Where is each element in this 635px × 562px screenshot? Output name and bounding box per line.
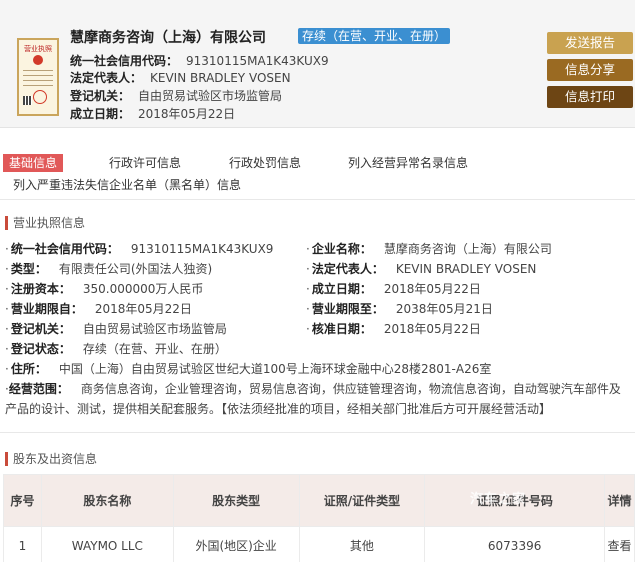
cell-type: 外国(地区)企业	[172, 526, 300, 562]
header-authority: 登记机关： 自由贸易试验区市场监管局	[70, 89, 283, 103]
shareholder-table: 序号 股东名称 股东类型 证照/证件类型 证照/证件号码 详情 1 WAYMO …	[3, 474, 635, 562]
tab-admin-penalty[interactable]: 行政处罚信息	[229, 154, 301, 172]
license-section-title: 营业执照信息	[5, 216, 85, 230]
tabs-divider	[0, 199, 635, 200]
info-type: · 类型： 有限责任公司(外国法人独资)	[5, 262, 213, 276]
tab-basic-info[interactable]: 基础信息	[3, 154, 64, 172]
info-address: · 住所： 中国（上海）自由贸易试验区世纪大道100号上海环球金融中心28楼2801…	[5, 362, 492, 376]
license-thumbnail[interactable]: 营业执照	[17, 38, 59, 116]
info-legal-rep: · 法定代表人： KEVIN BRADLEY VOSEN	[306, 262, 537, 276]
info-term-to: · 营业期限至： 2038年05月21日	[306, 302, 493, 316]
header-established: 成立日期： 2018年05月22日	[70, 107, 236, 121]
tab-blacklist[interactable]: 列入严重违法失信企业名单（黑名单）信息	[13, 176, 241, 194]
company-name: 慧摩商务咨询（上海）有限公司	[70, 30, 266, 46]
seal-stamp-icon	[33, 90, 47, 104]
cell-id-type: 其他	[298, 526, 426, 562]
header-legal-rep: 法定代表人： KEVIN BRADLEY VOSEN	[70, 71, 291, 85]
status-badge: 存续（在营、开业、在册）	[298, 28, 451, 44]
table-header-row: 序号 股东名称 股东类型 证照/证件类型 证照/证件号码 详情	[3, 474, 635, 527]
col-detail: 详情	[604, 474, 635, 527]
license-thumb-text: 营业执照	[24, 45, 52, 53]
cell-name: WAYMO LLC	[40, 526, 174, 562]
cell-id-number: 6073396	[424, 526, 605, 562]
info-authority: · 登记机关： 自由贸易试验区市场监管局	[5, 322, 227, 336]
section-divider	[0, 432, 635, 433]
col-id-type: 证照/证件类型	[298, 474, 426, 527]
info-company-name: · 企业名称： 慧摩商务咨询（上海）有限公司	[306, 242, 552, 256]
info-term-from: · 营业期限自： 2018年05月22日	[5, 302, 192, 316]
detail-link[interactable]: 查看	[604, 526, 635, 562]
shareholder-section-title: 股东及出资信息	[5, 452, 97, 466]
tab-abnormal-operation[interactable]: 列入经营异常名录信息	[348, 154, 468, 172]
company-header: 营业执照 慧摩商务咨询（上海）有限公司 存续（在营、开业、在册） 统一社会信用代…	[0, 0, 635, 128]
tab-admin-license[interactable]: 行政许可信息	[109, 154, 181, 172]
info-reg-status: · 登记状态： 存续（在营、开业、在册）	[5, 342, 227, 356]
col-index: 序号	[3, 474, 42, 527]
info-approval-date: · 核准日期： 2018年05月22日	[306, 322, 481, 336]
table-row: 1 WAYMO LLC 外国(地区)企业 其他 6073396 查看	[3, 526, 635, 562]
print-info-button[interactable]: 信息打印	[547, 86, 633, 108]
col-shareholder-type: 股东类型	[172, 474, 300, 527]
qr-code-icon	[23, 96, 32, 105]
watermark-logo: 汽车之家	[470, 492, 527, 507]
info-tabs: 基础信息 行政许可信息 行政处罚信息 列入经营异常名录信息 列入严重违法失信企业…	[0, 150, 635, 194]
national-emblem-icon	[33, 55, 43, 65]
col-shareholder-name: 股东名称	[40, 474, 174, 527]
send-report-button[interactable]: 发送报告	[547, 32, 633, 54]
info-registered-capital: · 注册资本： 350.000000万人民币	[5, 282, 204, 296]
header-credit-code: 统一社会信用代码： 91310115MA1K43KUX9	[70, 54, 329, 68]
info-credit-code: · 统一社会信用代码： 91310115MA1K43KUX9	[5, 242, 274, 256]
info-business-scope: ·经营范围： 商务信息咨询，企业管理咨询，贸易信息咨询，供应链管理咨询，物流信息咨…	[5, 382, 621, 416]
cell-index: 1	[3, 526, 42, 562]
info-established: · 成立日期： 2018年05月22日	[306, 282, 481, 296]
share-info-button[interactable]: 信息分享	[547, 59, 633, 81]
